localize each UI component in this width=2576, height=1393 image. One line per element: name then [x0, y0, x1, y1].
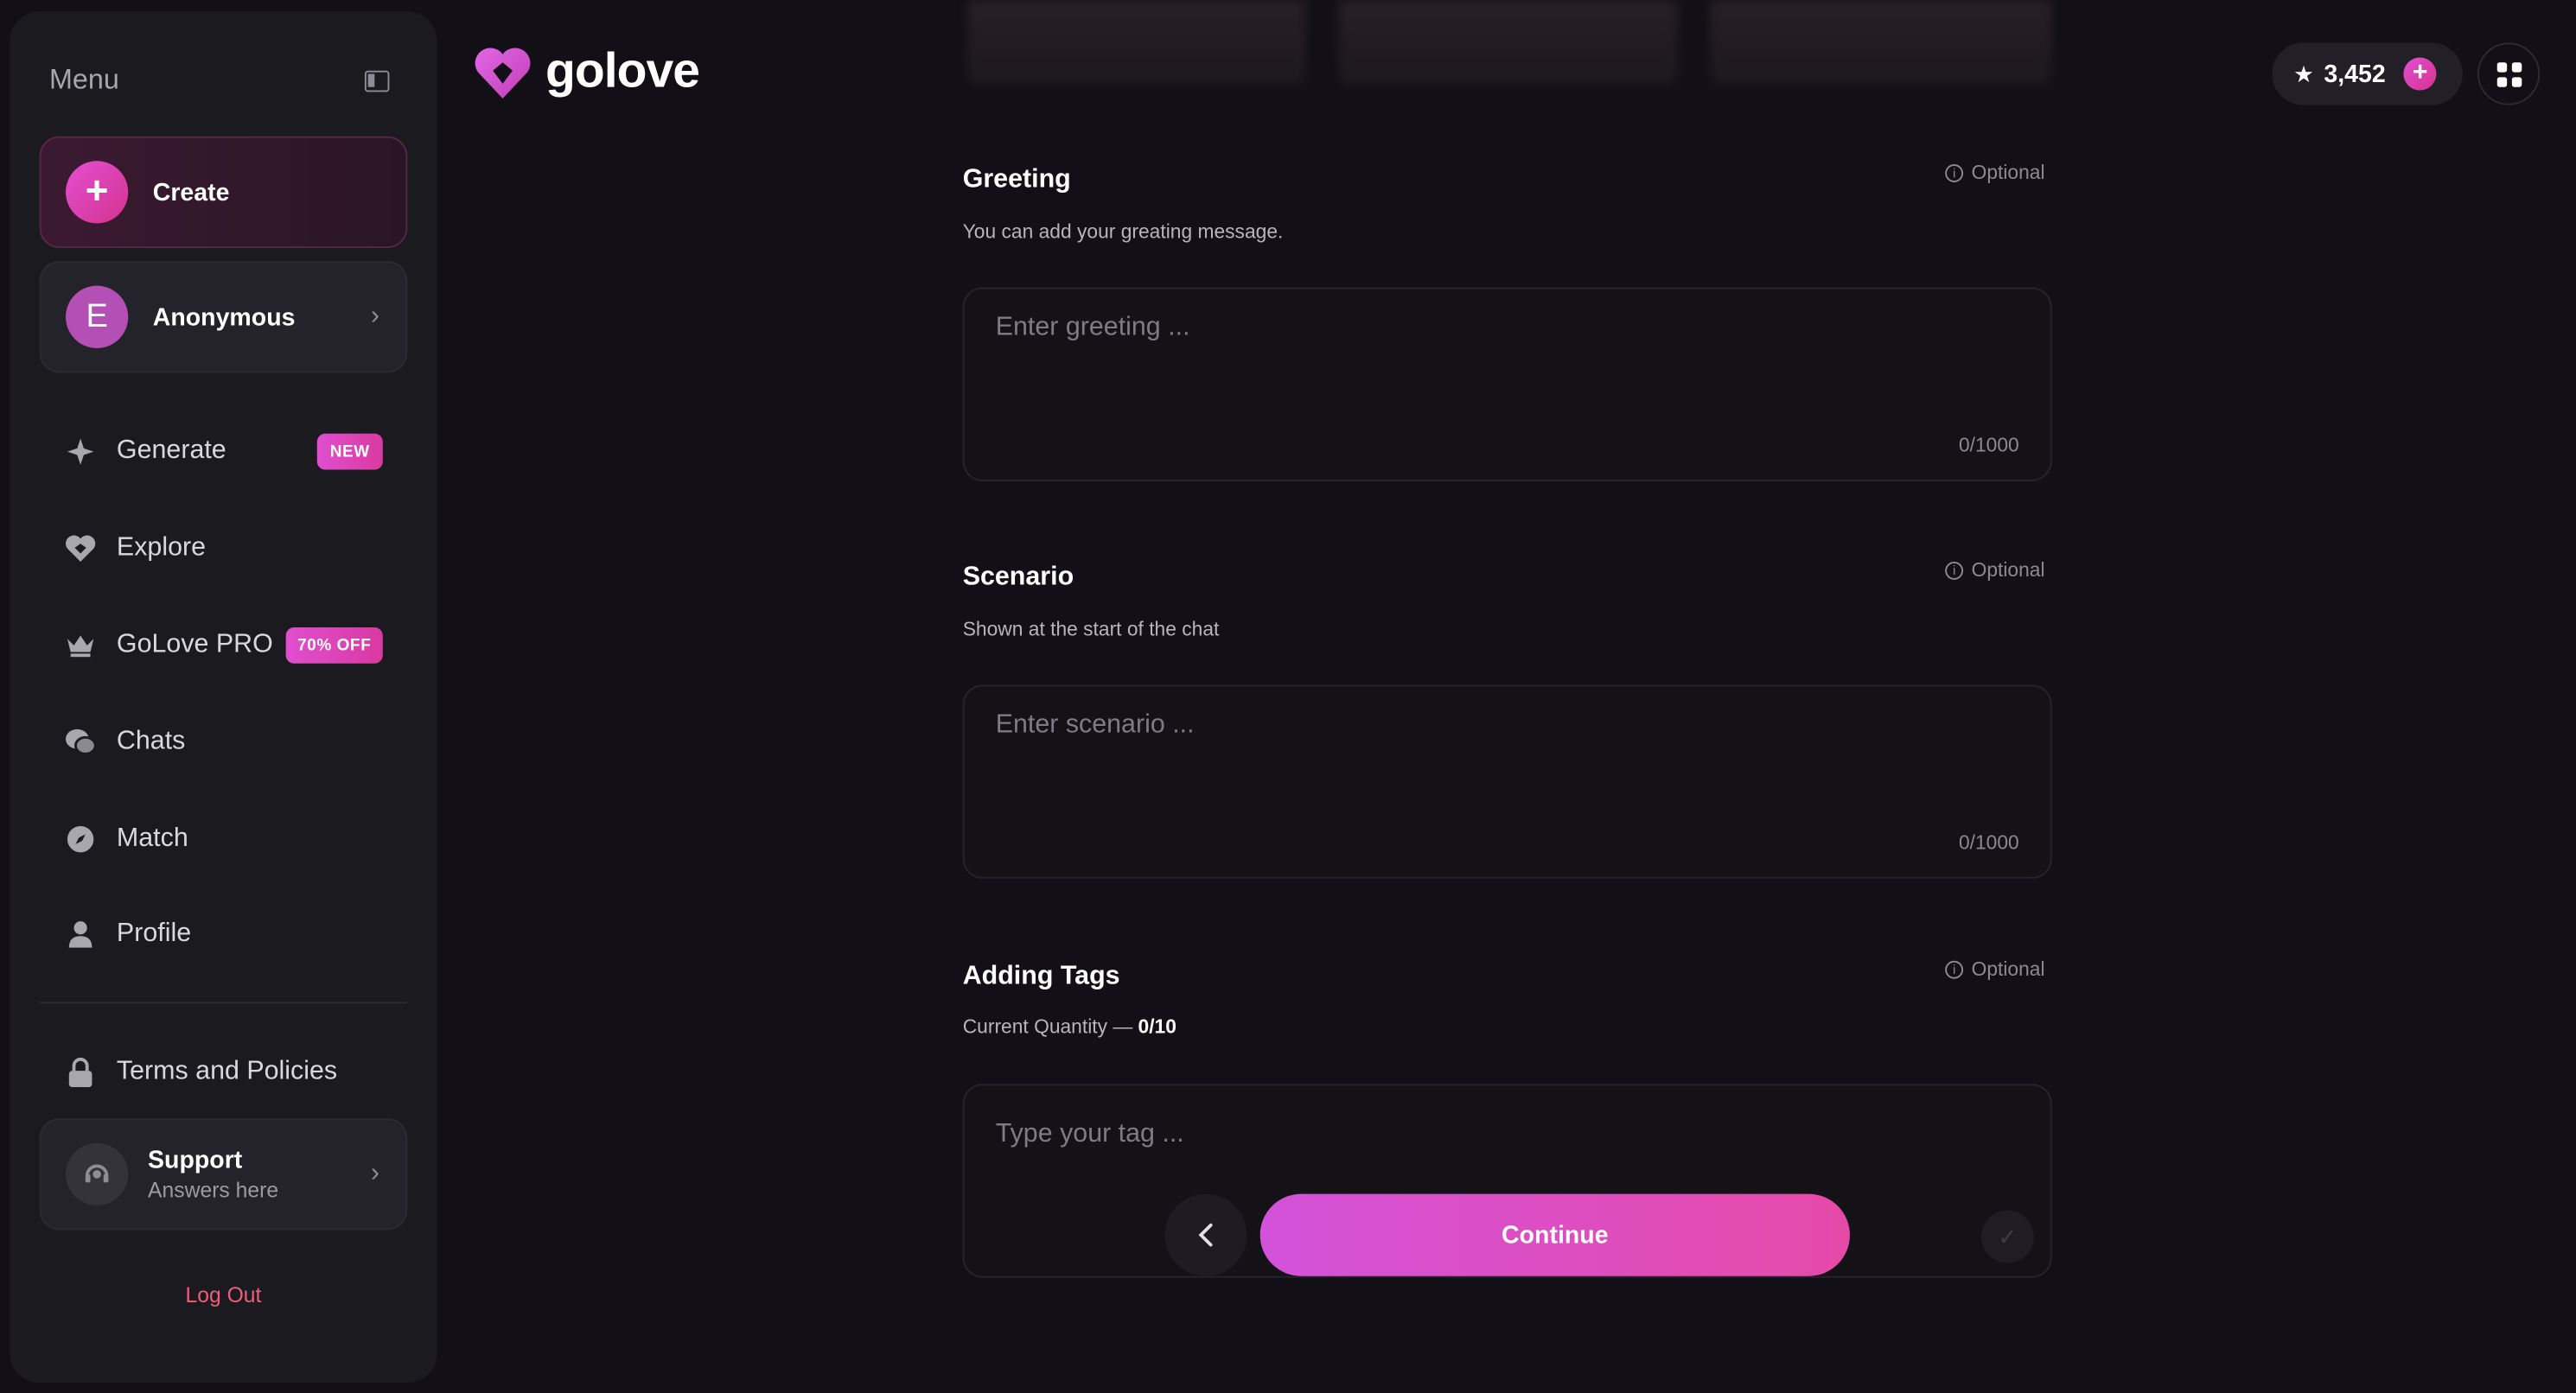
- app-window: Menu + Create E Anonymous › Generate NEW…: [0, 0, 2576, 1393]
- sidebar-item-explore[interactable]: Explore: [62, 524, 206, 573]
- sidebar-divider: [39, 1002, 408, 1004]
- new-badge: NEW: [316, 433, 383, 470]
- heart-logo-icon: [62, 531, 99, 567]
- scenario-optional: i Optional: [1945, 558, 2045, 582]
- continue-button[interactable]: Continue: [1259, 1193, 1850, 1276]
- create-label: Create: [152, 178, 230, 207]
- sidebar-item-chats[interactable]: Chats: [62, 718, 185, 767]
- discount-badge: 70% OFF: [285, 627, 383, 664]
- sidebar-item-label: Explore: [116, 533, 207, 562]
- chevron-left-icon: [1198, 1223, 1213, 1247]
- greeting-counter: 0/1000: [1958, 433, 2019, 457]
- account-switcher[interactable]: E Anonymous ›: [39, 261, 408, 373]
- grid-square: [2496, 76, 2507, 86]
- golove-logo[interactable]: golove: [473, 42, 700, 101]
- sparkle-icon: [62, 434, 99, 470]
- logout-link[interactable]: Log Out: [10, 1282, 437, 1307]
- heart-logo-icon: [475, 48, 531, 99]
- optional-label: Optional: [1971, 161, 2045, 184]
- support-subtitle: Answers here: [148, 1177, 279, 1203]
- apps-grid-button[interactable]: [2477, 42, 2541, 105]
- greeting-field-wrapper: 0/1000: [962, 287, 2052, 481]
- credits-value: 3,452: [2324, 60, 2386, 88]
- sidebar-item-label: Profile: [116, 919, 192, 948]
- logo-text: golove: [545, 44, 700, 99]
- tags-quantity: Current Quantity — 0/10: [963, 1015, 1176, 1039]
- info-icon: i: [1945, 959, 1964, 978]
- tags-title: Adding Tags: [962, 962, 1120, 991]
- sidebar-item-label: Terms and Policies: [116, 1057, 338, 1086]
- scenario-counter: 0/1000: [1958, 830, 2019, 855]
- sidebar-item-terms[interactable]: Terms and Policies: [62, 1048, 337, 1097]
- scenario-description: Shown at the start of the chat: [962, 617, 1220, 641]
- tags-quantity-value: 0/10: [1138, 1015, 1176, 1039]
- info-icon: i: [1945, 561, 1964, 579]
- compass-icon: [62, 821, 99, 857]
- sidebar-item-golove-pro[interactable]: GoLove PRO: [62, 620, 273, 670]
- sidebar-item-generate[interactable]: Generate: [62, 427, 226, 476]
- grid-square: [2510, 76, 2522, 86]
- blurred-preview-2: [1338, 0, 1678, 86]
- sidebar-item-match[interactable]: Match: [62, 815, 188, 864]
- headset-icon: [66, 1142, 129, 1205]
- menu-title: Menu: [49, 64, 119, 96]
- credits-pill[interactable]: ★ 3,452 +: [2272, 42, 2463, 105]
- sidebar-item-profile[interactable]: Profile: [62, 910, 191, 959]
- lock-icon: [62, 1054, 99, 1091]
- optional-label: Optional: [1971, 558, 2045, 582]
- account-name: Anonymous: [152, 302, 296, 331]
- chevron-right-icon: ›: [370, 302, 380, 331]
- support-text: Support Answers here: [148, 1147, 371, 1203]
- greeting-input[interactable]: [964, 289, 2050, 480]
- blurred-preview-3: [1710, 0, 2052, 86]
- sidebar-collapse-icon[interactable]: [364, 70, 390, 92]
- avatar: E: [66, 285, 129, 348]
- optional-label: Optional: [1971, 957, 2045, 981]
- chat-bubbles-icon: [62, 724, 99, 760]
- crown-icon: [62, 627, 99, 664]
- create-button[interactable]: + Create: [39, 136, 408, 248]
- sidebar-item-label: Generate: [116, 436, 226, 465]
- blurred-preview-1: [967, 0, 1306, 86]
- tags-quantity-label: Current Quantity —: [962, 1015, 1133, 1039]
- plus-icon: +: [66, 161, 129, 224]
- sidebar-item-label: Match: [116, 824, 188, 853]
- tag-input[interactable]: [964, 1085, 2050, 1185]
- grid-square: [2496, 61, 2507, 72]
- greeting-title: Greeting: [962, 165, 1071, 194]
- support-button[interactable]: Support Answers here ›: [39, 1118, 408, 1231]
- sidebar-item-label: GoLove PRO: [116, 630, 273, 659]
- user-icon: [62, 916, 99, 952]
- support-title: Support: [148, 1146, 243, 1174]
- sidebar: Menu + Create E Anonymous › Generate NEW…: [10, 11, 437, 1383]
- scenario-input[interactable]: [964, 686, 2050, 877]
- star-icon: ★: [2293, 60, 2314, 86]
- check-icon[interactable]: ✓: [1981, 1210, 2034, 1263]
- add-credits-button[interactable]: +: [2403, 57, 2437, 91]
- back-button[interactable]: [1164, 1193, 1247, 1276]
- tags-optional: i Optional: [1945, 957, 2045, 981]
- chevron-right-icon: ›: [370, 1159, 380, 1188]
- grid-square: [2510, 61, 2522, 72]
- sidebar-item-label: Chats: [116, 727, 186, 756]
- scenario-title: Scenario: [962, 563, 1074, 592]
- greeting-description: You can add your greating message.: [962, 219, 1284, 244]
- scenario-field-wrapper: 0/1000: [962, 684, 2052, 879]
- greeting-optional: i Optional: [1945, 161, 2045, 184]
- info-icon: i: [1945, 163, 1964, 182]
